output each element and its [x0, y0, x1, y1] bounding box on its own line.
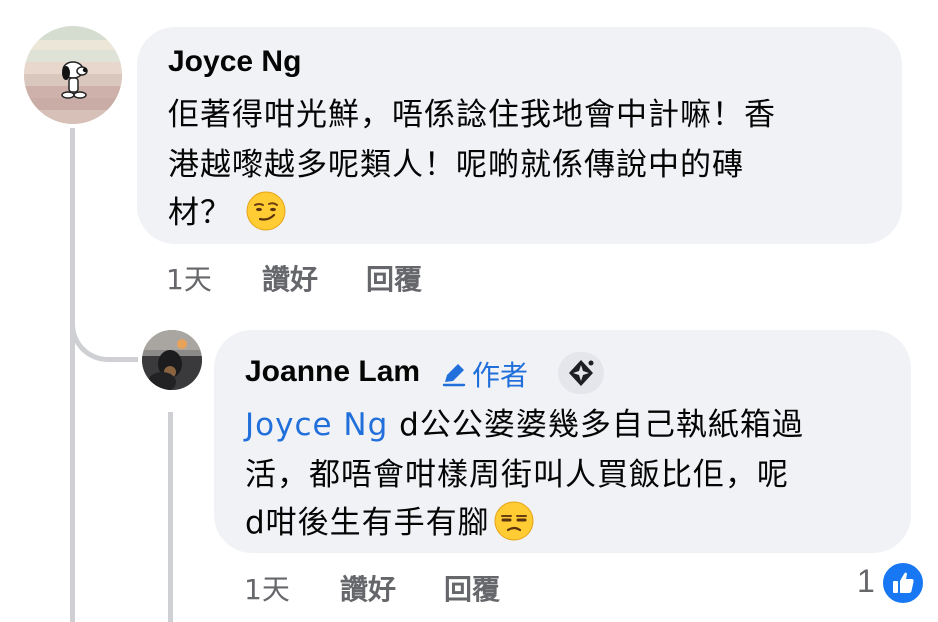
- like-button[interactable]: 讚好: [340, 568, 396, 608]
- reply-button[interactable]: 回覆: [444, 568, 500, 608]
- comment-thread: Joyce Ng 佢著得咁光鮮，唔係諗住我地會中計嘛！香 港越嚟越多呢類人！呢啲…: [0, 0, 938, 622]
- reply-text: d咁後生有手有腳: [245, 505, 490, 541]
- reply-actions: 1天 讚好 回覆: [244, 568, 564, 606]
- snoopy-avatar: [24, 26, 122, 124]
- thread-line-main: [70, 128, 75, 622]
- reply-author[interactable]: Joanne Lam: [245, 355, 420, 389]
- comment-text: 材？: [168, 195, 232, 231]
- comment-text-line: 港越嚟越多呢類人！呢啲就係傳說中的磚: [168, 147, 744, 183]
- avatar[interactable]: [24, 26, 122, 124]
- like-button[interactable]: 讚好: [262, 258, 318, 298]
- author-badge: 作者: [440, 355, 529, 393]
- pencil-icon: [442, 364, 466, 387]
- comment-text-line: 佢著得咁光鮮，唔係諗住我地會中計嘛！香: [168, 97, 776, 133]
- reply-text-line: 活，都唔會咁樣周街叫人買飯比佢，呢: [245, 457, 789, 493]
- reaction-count[interactable]: 1: [857, 563, 875, 600]
- thread-line-branch: [70, 300, 138, 362]
- comment-author[interactable]: Joyce Ng: [168, 45, 301, 79]
- like-thumb-icon[interactable]: [880, 560, 926, 606]
- reply-time[interactable]: 1天: [244, 568, 290, 608]
- mention-link[interactable]: Joyce Ng: [245, 407, 388, 443]
- reply-button[interactable]: 回覆: [366, 258, 422, 298]
- reply-text-line-last: d咁後生有手有腳: [245, 497, 534, 542]
- comment-text-line-last: 材？: [168, 187, 286, 232]
- author-badge-label: 作者: [472, 359, 529, 392]
- comment-time[interactable]: 1天: [166, 258, 212, 298]
- unamused-face-emoji: [494, 501, 534, 541]
- sparkle-badge-icon[interactable]: [558, 352, 604, 394]
- dog-photo-avatar: [142, 330, 202, 390]
- comment-actions: 1天 讚好 回覆: [166, 258, 486, 296]
- reply-text-line: Joyce Ng d公公婆婆幾多自己執紙箱過: [245, 399, 804, 444]
- avatar[interactable]: [142, 330, 202, 390]
- thread-line-reply: [168, 412, 173, 622]
- reply-text: d公公婆婆幾多自己執紙箱過: [388, 407, 804, 443]
- smirking-face-emoji: [246, 191, 286, 231]
